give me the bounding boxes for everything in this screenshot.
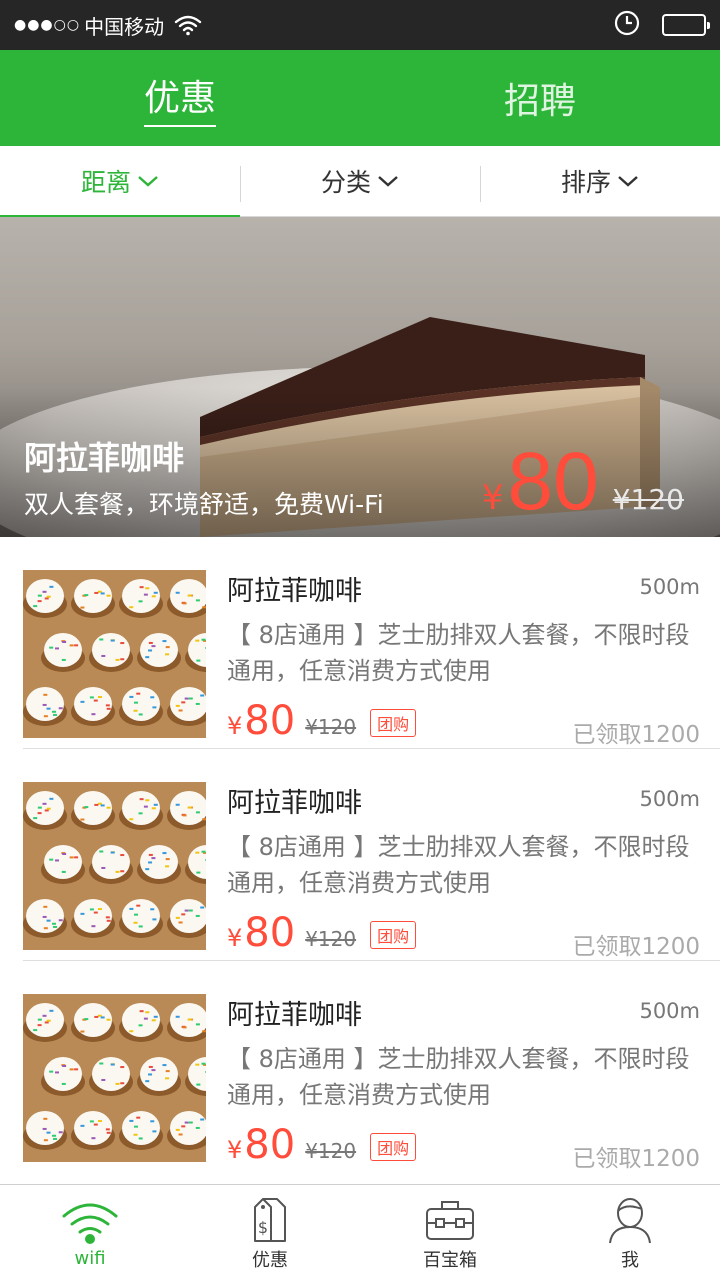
- banner-price: ¥ 80 ¥120: [482, 441, 684, 523]
- svg-text:$: $: [258, 1218, 268, 1237]
- price-tag-icon: $: [247, 1194, 293, 1246]
- nav-me[interactable]: 我: [540, 1185, 720, 1280]
- currency-symbol: ¥: [227, 924, 243, 952]
- item-original-price: ¥120: [305, 715, 357, 739]
- nav-toolbox[interactable]: 百宝箱: [360, 1185, 540, 1280]
- currency-symbol: ¥: [227, 712, 243, 740]
- item-original-price: ¥120: [305, 927, 357, 951]
- battery-icon: [662, 14, 710, 36]
- wifi-status-icon: [174, 14, 202, 36]
- deal-list: 阿拉菲咖啡 500m 【 8店通用 】芝士肋排双人套餐，不限时段 通用，任意消费…: [0, 537, 720, 1173]
- filter-bar: 距离 分类 排序: [0, 146, 720, 217]
- item-description: 【 8店通用 】芝士肋排双人套餐，不限时段 通用，任意消费方式使用: [227, 1045, 690, 1109]
- cupcake-thumbnail: [23, 994, 206, 1162]
- group-buy-badge: 团购: [370, 921, 417, 949]
- item-claimed-count: 已领取1200: [572, 1146, 700, 1172]
- item-claimed-count: 已领取1200: [572, 722, 700, 748]
- item-name: 阿拉菲咖啡: [227, 1000, 362, 1031]
- filter-category[interactable]: 分类: [240, 146, 480, 216]
- item-price-value: 80: [244, 1122, 296, 1168]
- currency-symbol: ¥: [227, 1136, 243, 1164]
- banner-subtitle: 双人套餐，环境舒适，免费Wi-Fi: [24, 490, 384, 519]
- cupcake-thumbnail: [23, 570, 206, 738]
- featured-banner[interactable]: 阿拉菲咖啡 双人套餐，环境舒适，免费Wi-Fi ¥ 80 ¥120: [0, 217, 720, 537]
- item-name: 阿拉菲咖啡: [227, 788, 362, 819]
- item-price-value: 80: [244, 910, 296, 956]
- banner-title: 阿拉菲咖啡: [24, 439, 185, 477]
- chevron-down-icon: [378, 176, 398, 187]
- item-description: 【 8店通用 】芝士肋排双人套餐，不限时段 通用，任意消费方式使用: [227, 833, 690, 897]
- filter-sort[interactable]: 排序: [480, 146, 720, 216]
- list-item[interactable]: 阿拉菲咖啡 500m 【 8店通用 】芝士肋排双人套餐，不限时段 通用，任意消费…: [23, 749, 720, 961]
- group-buy-badge: 团购: [370, 709, 417, 737]
- nav-wifi[interactable]: wifi: [0, 1185, 180, 1280]
- filter-label: 距离: [80, 168, 131, 197]
- tab-jobs[interactable]: 招聘: [360, 50, 720, 146]
- toolbox-icon: [424, 1194, 476, 1246]
- item-name: 阿拉菲咖啡: [227, 576, 362, 607]
- carrier-name: 中国移动: [84, 14, 165, 39]
- item-price: ¥ 80 ¥120 团购: [227, 698, 417, 744]
- item-distance: 500m: [639, 999, 700, 1023]
- item-price: ¥ 80 ¥120 团购: [227, 910, 417, 956]
- item-description: 【 8店通用 】芝士肋排双人套餐，不限时段 通用，任意消费方式使用: [227, 621, 690, 685]
- banner-original-price: ¥120: [612, 483, 684, 516]
- item-distance: 500m: [639, 575, 700, 599]
- item-price-value: 80: [244, 698, 296, 744]
- nav-discounts[interactable]: $ 优惠: [180, 1185, 360, 1280]
- user-icon: [606, 1194, 654, 1246]
- bottom-nav: wifi $ 优惠 百宝箱 我: [0, 1184, 720, 1280]
- tab-label: 优惠: [143, 69, 216, 127]
- nav-label: 优惠: [252, 1249, 288, 1271]
- clock-icon: [614, 10, 640, 41]
- nav-label: 百宝箱: [423, 1249, 477, 1271]
- filter-label: 排序: [560, 168, 611, 197]
- nav-label: wifi: [74, 1248, 106, 1269]
- item-distance: 500m: [639, 787, 700, 811]
- filter-distance[interactable]: 距离: [0, 146, 240, 217]
- currency-symbol: ¥: [481, 478, 504, 518]
- status-bar: ●●●○○ 中国移动: [0, 0, 720, 50]
- list-item[interactable]: 阿拉菲咖啡 500m 【 8店通用 】芝士肋排双人套餐，不限时段 通用，任意消费…: [23, 537, 720, 749]
- tab-discounts[interactable]: 优惠: [0, 50, 360, 146]
- wifi-icon: [60, 1196, 120, 1248]
- chevron-down-icon: [138, 176, 158, 187]
- filter-label: 分类: [320, 168, 371, 197]
- top-tab-bar: 优惠 招聘: [0, 50, 720, 146]
- banner-price-value: 80: [507, 436, 599, 527]
- list-item[interactable]: 阿拉菲咖啡 500m 【 8店通用 】芝士肋排双人套餐，不限时段 通用，任意消费…: [23, 961, 720, 1173]
- item-price: ¥ 80 ¥120 团购: [227, 1122, 417, 1168]
- item-original-price: ¥120: [305, 1139, 357, 1163]
- item-claimed-count: 已领取1200: [572, 934, 700, 960]
- tab-label: 招聘: [503, 81, 576, 122]
- cupcake-thumbnail: [23, 782, 206, 950]
- nav-label: 我: [621, 1249, 639, 1271]
- chevron-down-icon: [618, 176, 638, 187]
- group-buy-badge: 团购: [370, 1133, 417, 1161]
- signal-strength: ●●●○○: [14, 17, 81, 33]
